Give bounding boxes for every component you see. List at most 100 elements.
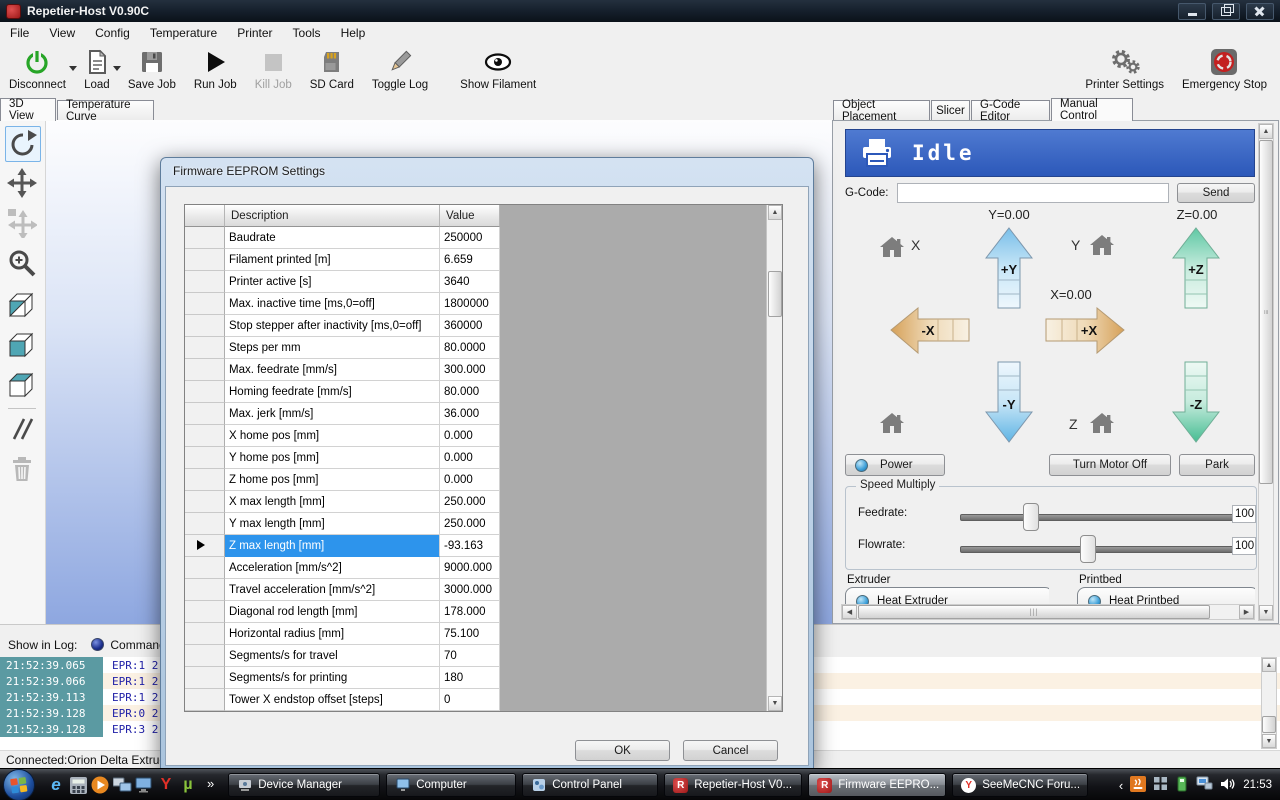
emergency-stop-button[interactable]: Emergency Stop	[1173, 44, 1276, 91]
eeprom-row[interactable]: Y max length [mm] 250.000	[185, 513, 766, 535]
description-cell[interactable]: Acceleration [mm/s^2]	[225, 557, 440, 579]
value-cell[interactable]: 75.100	[440, 623, 500, 645]
top-view-button[interactable]	[5, 368, 39, 402]
description-cell[interactable]: Segments/s for travel	[225, 645, 440, 667]
row-header-cell[interactable]	[185, 469, 225, 491]
row-header-cell[interactable]	[185, 557, 225, 579]
volume-tray-icon[interactable]	[1220, 777, 1236, 794]
toggle-log-button[interactable]: Toggle Log	[363, 44, 437, 91]
jog-plus-x-button[interactable]: +X	[1045, 307, 1125, 357]
eeprom-row[interactable]: Segments/s for travel 70	[185, 645, 766, 667]
tab-gcode-editor[interactable]: G-Code Editor	[971, 100, 1050, 120]
tab-temperature-curve[interactable]: Temperature Curve	[57, 100, 154, 120]
park-button[interactable]: Park	[1179, 454, 1255, 476]
turn-motor-off-button[interactable]: Turn Motor Off	[1049, 454, 1171, 476]
eeprom-row[interactable]: Acceleration [mm/s^2] 9000.000	[185, 557, 766, 579]
value-cell[interactable]: 0.000	[440, 469, 500, 491]
tab-slicer[interactable]: Slicer	[931, 100, 970, 120]
row-header-cell[interactable]	[185, 359, 225, 381]
row-header-cell[interactable]	[185, 601, 225, 623]
description-cell[interactable]: Max. inactive time [ms,0=off]	[225, 293, 440, 315]
row-header-cell[interactable]	[185, 689, 225, 711]
value-cell[interactable]: 0	[440, 689, 500, 711]
description-cell[interactable]: Max. feedrate [mm/s]	[225, 359, 440, 381]
value-cell[interactable]: 360000	[440, 315, 500, 337]
manual-vscrollbar[interactable]: ▲ ▼ ≡	[1258, 123, 1274, 621]
menu-item[interactable]: Tools	[283, 23, 331, 43]
taskbar-button-device-manager[interactable]: Device Manager	[228, 773, 380, 797]
minimize-button[interactable]	[1178, 3, 1206, 20]
disconnect-button[interactable]: Disconnect	[0, 44, 75, 91]
value-cell[interactable]: 36.000	[440, 403, 500, 425]
grid-scroll-down-button[interactable]: ▼	[768, 696, 782, 711]
value-cell[interactable]: 80.0000	[440, 337, 500, 359]
scroll-down-button[interactable]: ▼	[1259, 605, 1273, 620]
home-all-button[interactable]	[879, 412, 905, 437]
grid-vscrollbar[interactable]: ▲ ▼	[766, 205, 782, 711]
eeprom-row[interactable]: Horizontal radius [mm] 75.100	[185, 623, 766, 645]
description-cell[interactable]: Y home pos [mm]	[225, 447, 440, 469]
eeprom-row[interactable]: Max. jerk [mm/s] 36.000	[185, 403, 766, 425]
power-button[interactable]: Power	[845, 454, 945, 476]
value-cell[interactable]: 80.000	[440, 381, 500, 403]
home-y-button[interactable]	[1089, 234, 1115, 259]
menu-item[interactable]: Printer	[227, 23, 282, 43]
restore-button[interactable]	[1212, 3, 1240, 20]
value-cell[interactable]: 70	[440, 645, 500, 667]
row-header-cell[interactable]	[185, 513, 225, 535]
isometric-view-button[interactable]	[5, 288, 39, 322]
utorrent-icon[interactable]: µ	[177, 774, 199, 796]
description-cell[interactable]: X home pos [mm]	[225, 425, 440, 447]
menu-item[interactable]: View	[39, 23, 85, 43]
commands-led-icon[interactable]	[91, 638, 104, 651]
row-header-cell[interactable]	[185, 403, 225, 425]
ok-button[interactable]: OK	[575, 740, 670, 761]
taskbar-button-repetier-host[interactable]: R Repetier-Host V0...	[664, 773, 802, 797]
show-filament-button[interactable]: Show Filament	[451, 44, 545, 91]
jog-minus-z-button[interactable]: -Z	[1172, 361, 1220, 446]
cancel-button[interactable]: Cancel	[683, 740, 778, 761]
value-cell[interactable]: 180	[440, 667, 500, 689]
zoom-view-button[interactable]	[5, 246, 39, 280]
calculator-icon[interactable]	[67, 774, 89, 796]
menu-item[interactable]: Temperature	[140, 23, 227, 43]
log-vscrollbar[interactable]: ▲ ▼	[1261, 657, 1277, 749]
printer-settings-button[interactable]: Printer Settings	[1076, 44, 1173, 91]
row-header-cell[interactable]	[185, 425, 225, 447]
log-scroll-up-button[interactable]: ▲	[1262, 658, 1276, 672]
description-cell[interactable]: Baudrate	[225, 227, 440, 249]
start-button[interactable]	[3, 769, 35, 800]
eeprom-row[interactable]: Filament printed [m] 6.659	[185, 249, 766, 271]
eeprom-row[interactable]: Max. inactive time [ms,0=off] 1800000	[185, 293, 766, 315]
description-cell[interactable]: Steps per mm	[225, 337, 440, 359]
tray-grid-icon[interactable]	[1153, 776, 1168, 794]
row-header-cell[interactable]	[185, 381, 225, 403]
log-vscroll-thumb[interactable]	[1262, 716, 1276, 733]
flowrate-value[interactable]: 100	[1232, 537, 1256, 555]
description-cell[interactable]: Z home pos [mm]	[225, 469, 440, 491]
eeprom-row[interactable]: Y home pos [mm] 0.000	[185, 447, 766, 469]
description-cell[interactable]: Filament printed [m]	[225, 249, 440, 271]
tray-expand-chevron-icon[interactable]: ‹	[1119, 778, 1123, 793]
grid-scroll-up-button[interactable]: ▲	[768, 205, 782, 220]
home-x-button[interactable]	[879, 236, 905, 261]
jog-plus-y-button[interactable]: +Y	[985, 227, 1033, 312]
value-cell[interactable]: 250.000	[440, 513, 500, 535]
show-desktop-icon[interactable]	[133, 774, 155, 796]
description-cell[interactable]: Homing feedrate [mm/s]	[225, 381, 440, 403]
row-header-cell[interactable]	[185, 293, 225, 315]
feedrate-slider-track[interactable]	[960, 514, 1234, 521]
jog-minus-y-button[interactable]: -Y	[985, 361, 1033, 446]
scroll-up-button[interactable]: ▲	[1259, 124, 1273, 139]
value-cell[interactable]: 1800000	[440, 293, 500, 315]
network-tray-icon[interactable]	[1196, 776, 1213, 794]
eeprom-row[interactable]: Stop stepper after inactivity [ms,0=off]…	[185, 315, 766, 337]
move-view-button[interactable]	[5, 166, 39, 200]
java-tray-icon[interactable]	[1130, 776, 1146, 795]
flowrate-slider-thumb[interactable]	[1080, 535, 1096, 563]
eeprom-row[interactable]: Z max length [mm] -93.163	[185, 535, 766, 557]
description-cell[interactable]: Diagonal rod length [mm]	[225, 601, 440, 623]
description-cell[interactable]: Tower X endstop offset [steps]	[225, 689, 440, 711]
value-cell[interactable]: 250000	[440, 227, 500, 249]
eeprom-row[interactable]: Baudrate 250000	[185, 227, 766, 249]
